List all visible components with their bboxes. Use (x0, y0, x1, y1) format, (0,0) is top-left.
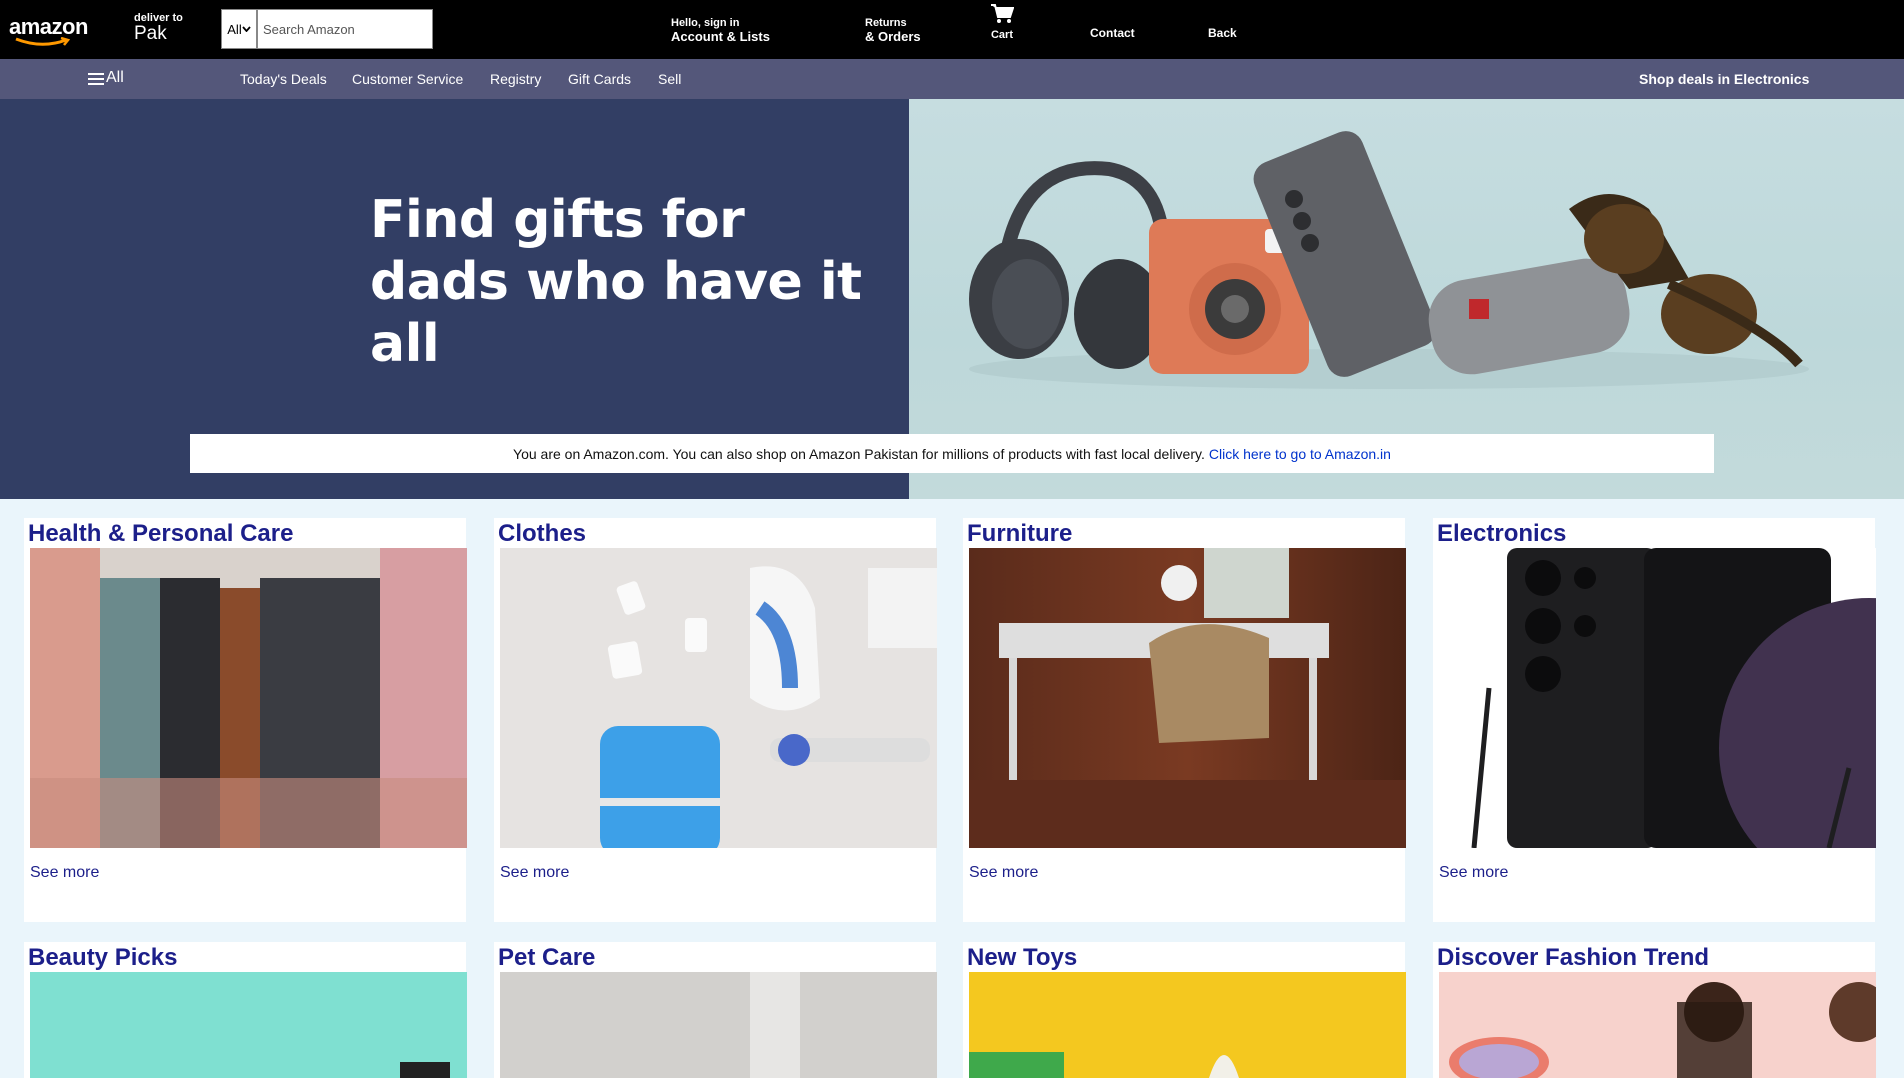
card-title: Beauty Picks (28, 944, 178, 971)
top-navbar: amazon deliver to Pak All Search Amazon … (0, 0, 1904, 59)
cart-button[interactable]: Cart (990, 3, 1014, 41)
hero-title: Find gifts for dads who have it all (370, 189, 909, 375)
back-link[interactable]: Back (1208, 26, 1237, 40)
clothes-image (500, 548, 937, 848)
contact-link[interactable]: Contact (1090, 26, 1135, 40)
returns-label: Returns (865, 17, 907, 29)
category-card-electronics[interactable]: Electronics See more (1433, 518, 1876, 922)
card-title: New Toys (967, 944, 1078, 971)
locale-notice: You are on Amazon.com. You can also shop… (190, 434, 1714, 473)
sub-navbar: All Today's Deals Customer Service Regis… (0, 59, 1904, 99)
nav-gift-cards[interactable]: Gift Cards (568, 71, 631, 87)
orders-label: & Orders (865, 29, 921, 44)
deliver-to[interactable]: deliver to Pak (134, 12, 183, 45)
card-title: Discover Fashion Trend (1437, 944, 1710, 971)
shop-deals-electronics-link[interactable]: Shop deals in Electronics (1639, 71, 1809, 87)
cart-label: Cart (990, 29, 1013, 41)
electronics-image (1439, 548, 1876, 848)
category-card-pet-care[interactable]: Pet Care (494, 942, 937, 1078)
search-category-value: All (227, 21, 242, 37)
category-card-health[interactable]: Health & Personal Care See more (24, 518, 467, 922)
category-card-clothes[interactable]: Clothes See more (494, 518, 937, 922)
pet-care-image (500, 972, 937, 1078)
hero-banner[interactable]: Find gifts for dads who have it all You … (0, 99, 1904, 499)
search-category-select[interactable]: All (221, 9, 257, 49)
all-menu-label: All (106, 69, 124, 86)
account-lists[interactable]: Hello, sign in Account & Lists (671, 16, 770, 44)
all-menu-button[interactable]: All (88, 69, 124, 87)
card-title: Furniture (967, 520, 1073, 547)
deliver-to-location: Pak (134, 23, 167, 44)
card-title: Clothes (498, 520, 587, 547)
hamburger-icon (88, 72, 104, 85)
hero-title-line1: Find gifts for (370, 190, 745, 250)
hero-title-line2: dads who have it all (370, 252, 862, 374)
search-bar: All Search Amazon (221, 9, 433, 49)
see-more-link[interactable]: See more (30, 864, 99, 882)
beauty-picks-image (30, 972, 467, 1078)
nav-registry[interactable]: Registry (490, 71, 541, 87)
see-more-link[interactable]: See more (969, 864, 1038, 882)
search-input[interactable]: Search Amazon (257, 9, 433, 49)
chevron-down-icon (242, 26, 251, 32)
card-title: Health & Personal Care (28, 520, 294, 547)
account-greeting: Hello, sign in (671, 17, 740, 29)
account-label: Account & Lists (671, 29, 770, 44)
new-toys-image (969, 972, 1406, 1078)
nav-customer-service[interactable]: Customer Service (352, 71, 463, 87)
furniture-image (969, 548, 1406, 848)
see-more-link[interactable]: See more (1439, 864, 1508, 882)
locale-notice-link[interactable]: Click here to go to Amazon.in (1209, 446, 1391, 462)
fashion-trend-image (1439, 972, 1876, 1078)
category-card-fashion[interactable]: Discover Fashion Trend (1433, 942, 1876, 1078)
nav-sell[interactable]: Sell (658, 71, 681, 87)
see-more-link[interactable]: See more (500, 864, 569, 882)
locale-notice-text: You are on Amazon.com. You can also shop… (513, 445, 1205, 462)
category-card-beauty[interactable]: Beauty Picks (24, 942, 467, 1078)
health-personal-care-image (30, 548, 467, 848)
nav-todays-deals[interactable]: Today's Deals (240, 71, 327, 87)
logo-smile-icon (15, 37, 71, 46)
returns-orders[interactable]: Returns & Orders (865, 16, 921, 44)
headphones-image (969, 161, 1171, 369)
card-title: Electronics (1437, 520, 1567, 547)
category-card-furniture[interactable]: Furniture See more (963, 518, 1406, 922)
cart-icon (991, 4, 1014, 23)
category-card-toys[interactable]: New Toys (963, 942, 1406, 1078)
card-title: Pet Care (498, 944, 596, 971)
